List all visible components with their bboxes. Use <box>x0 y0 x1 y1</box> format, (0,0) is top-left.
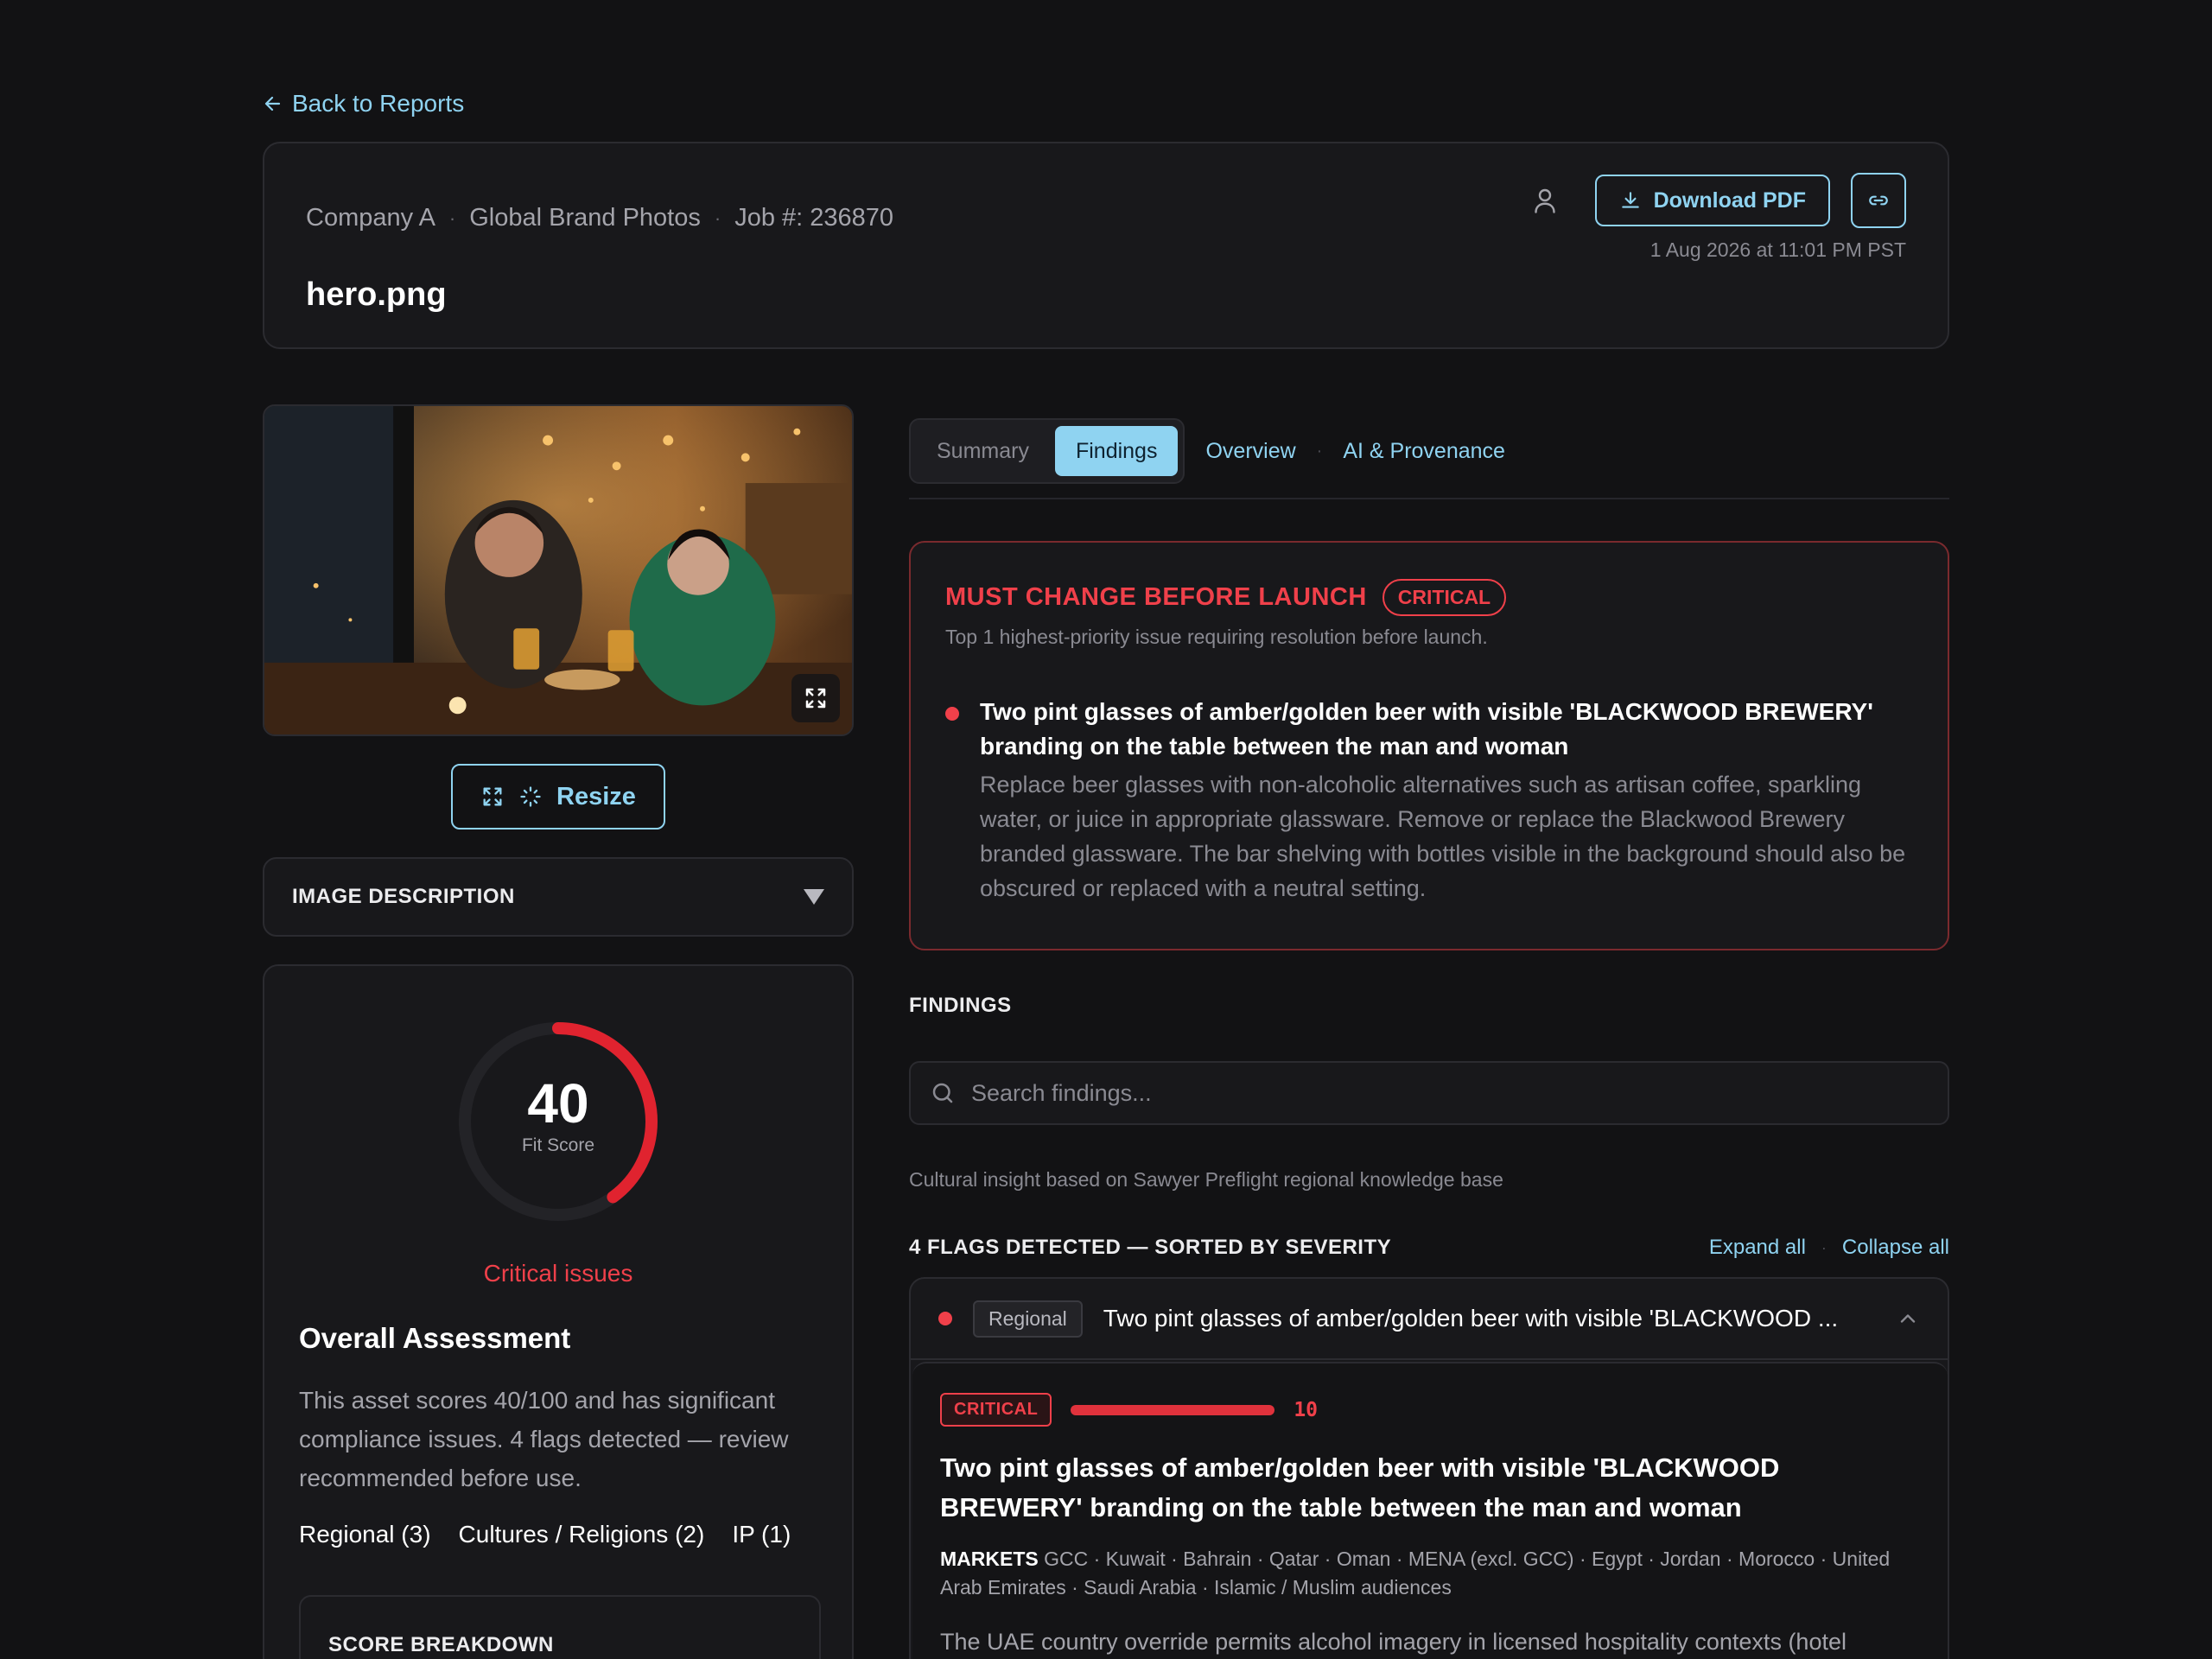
score-status: Critical issues <box>483 1260 633 1287</box>
collapse-all-link[interactable]: Collapse all <box>1842 1236 1949 1260</box>
tab-findings[interactable]: Findings <box>1054 426 1179 476</box>
critical-badge: CRITICAL <box>1382 579 1507 616</box>
link-icon <box>1869 195 1888 206</box>
resize-button[interactable]: Resize <box>451 764 665 830</box>
flag-card: Regional Two pint glasses of amber/golde… <box>909 1277 1949 1659</box>
image-description-toggle[interactable]: IMAGE DESCRIPTION <box>263 857 854 937</box>
breadcrumb-separator: · <box>448 207 456 229</box>
report-header: Company A · Global Brand Photos · Job #:… <box>263 142 1949 349</box>
sparkle-icon <box>520 786 541 807</box>
score-breakdown-label: SCORE BREAKDOWN <box>328 1633 554 1656</box>
page-title: hero.png <box>306 276 447 313</box>
flag-body: CRITICAL 10 Two pint glasses of amber/go… <box>912 1362 1948 1659</box>
breadcrumb-company[interactable]: Company A <box>306 204 435 232</box>
markets-label: MARKETS <box>940 1548 1039 1570</box>
flag-override-text: The UAE country override permits alcohol… <box>940 1629 1847 1655</box>
expand-icon <box>483 787 502 806</box>
category-link-cultures[interactable]: Cultures / Religions (2) <box>459 1521 705 1548</box>
category-link-regional[interactable]: Regional (3) <box>299 1521 431 1548</box>
severity-badge: CRITICAL <box>940 1393 1052 1427</box>
breadcrumb: Company A · Global Brand Photos · Job #:… <box>306 204 893 232</box>
findings-search <box>909 1061 1949 1125</box>
flag-header[interactable]: Regional Two pint glasses of amber/golde… <box>911 1279 1948 1360</box>
download-icon <box>1621 192 1639 208</box>
expand-icon <box>805 688 826 709</box>
insight-note: Cultural insight based on Sawyer Preflig… <box>909 1168 1503 1191</box>
must-change-item: Two pint glasses of amber/golden beer wi… <box>945 695 1916 906</box>
hero-image <box>264 406 852 734</box>
back-to-reports-link[interactable]: Back to Reports <box>263 90 464 118</box>
assessment-title: Overall Assessment <box>299 1322 571 1354</box>
tab-overview[interactable]: Overview <box>1205 439 1295 464</box>
caret-down-icon <box>804 889 824 905</box>
flag-title: Two pint glasses of amber/golden beer wi… <box>940 1452 1780 1522</box>
severity-value: 10 <box>1294 1398 1319 1421</box>
severity-dot <box>945 707 959 721</box>
chevron-up-icon[interactable] <box>1896 1306 1920 1331</box>
tab-ai-provenance[interactable]: AI & Provenance <box>1343 439 1505 464</box>
flags-count: 4 FLAGS DETECTED — SORTED BY SEVERITY <box>909 1236 1392 1259</box>
tab-segment: Summary Findings <box>909 418 1185 484</box>
tab-divider <box>909 498 1949 499</box>
assessment-text: This asset scores 40/100 and has signifi… <box>299 1387 789 1491</box>
category-link-ip[interactable]: IP (1) <box>732 1521 791 1548</box>
flag-markets: MARKETS GCC · Kuwait · Bahrain · Qatar ·… <box>940 1545 1916 1602</box>
download-pdf-label: Download PDF <box>1653 188 1806 213</box>
severity-row: CRITICAL 10 <box>940 1393 1318 1427</box>
report-timestamp: 1 Aug 2026 at 11:01 PM PST <box>1649 238 1906 261</box>
severity-bar <box>1071 1404 1275 1415</box>
severity-dot <box>938 1312 952 1325</box>
must-change-header: MUST CHANGE BEFORE LAUNCH CRITICAL <box>945 579 1507 616</box>
image-description-label: IMAGE DESCRIPTION <box>292 885 515 908</box>
image-preview[interactable] <box>263 404 854 736</box>
control-separator: · <box>1821 1238 1827 1256</box>
score-card: 40 Fit Score Critical issues Overall Ass… <box>263 964 854 1659</box>
must-change-subtitle: Top 1 highest-priority issue requiring r… <box>945 626 1488 648</box>
arrow-left-icon <box>264 96 281 111</box>
fit-score-gauge: 40 Fit Score <box>454 1018 662 1225</box>
markets-list: GCC · Kuwait · Bahrain · Qatar · Oman · … <box>940 1548 1891 1599</box>
must-change-title: MUST CHANGE BEFORE LAUNCH <box>945 583 1367 611</box>
findings-heading: FINDINGS <box>909 994 1012 1017</box>
flag-category-tag: Regional <box>973 1300 1083 1338</box>
flags-toolbar: 4 FLAGS DETECTED — SORTED BY SEVERITY Ex… <box>909 1236 1949 1260</box>
report-tabs: Summary Findings Overview · AI & Provena… <box>909 418 1505 484</box>
resize-label: Resize <box>556 782 636 810</box>
header-actions: Download PDF <box>1529 173 1906 228</box>
search-input[interactable] <box>971 1079 1922 1107</box>
must-change-item-body: Replace beer glasses with non-alcoholic … <box>980 772 1906 901</box>
tab-separator: · <box>1316 441 1323 461</box>
back-label: Back to Reports <box>292 90 465 117</box>
flag-header-title: Two pint glasses of amber/golden beer wi… <box>1103 1305 1839 1332</box>
copy-link-button[interactable] <box>1851 173 1906 228</box>
fit-score-caption: Fit Score <box>521 1135 595 1155</box>
download-pdf-button[interactable]: Download PDF <box>1594 175 1830 226</box>
tab-summary[interactable]: Summary <box>916 426 1050 476</box>
score-breakdown[interactable]: SCORE BREAKDOWN <box>299 1595 821 1659</box>
expand-all-link[interactable]: Expand all <box>1709 1236 1806 1260</box>
breadcrumb-separator: · <box>714 207 721 229</box>
fullscreen-button[interactable] <box>791 674 840 722</box>
must-change-card: MUST CHANGE BEFORE LAUNCH CRITICAL Top 1… <box>909 541 1949 950</box>
user-icon[interactable] <box>1529 185 1560 216</box>
search-icon <box>932 1083 953 1103</box>
breadcrumb-job: Job #: 236870 <box>734 204 894 232</box>
breadcrumb-project[interactable]: Global Brand Photos <box>469 204 701 232</box>
fit-score-value: 40 <box>527 1072 589 1135</box>
must-change-item-title: Two pint glasses of amber/golden beer wi… <box>980 698 1873 760</box>
expand-controls: Expand all · Collapse all <box>1709 1236 1949 1260</box>
category-links: Regional (3) Cultures / Religions (2) IP… <box>299 1521 791 1548</box>
